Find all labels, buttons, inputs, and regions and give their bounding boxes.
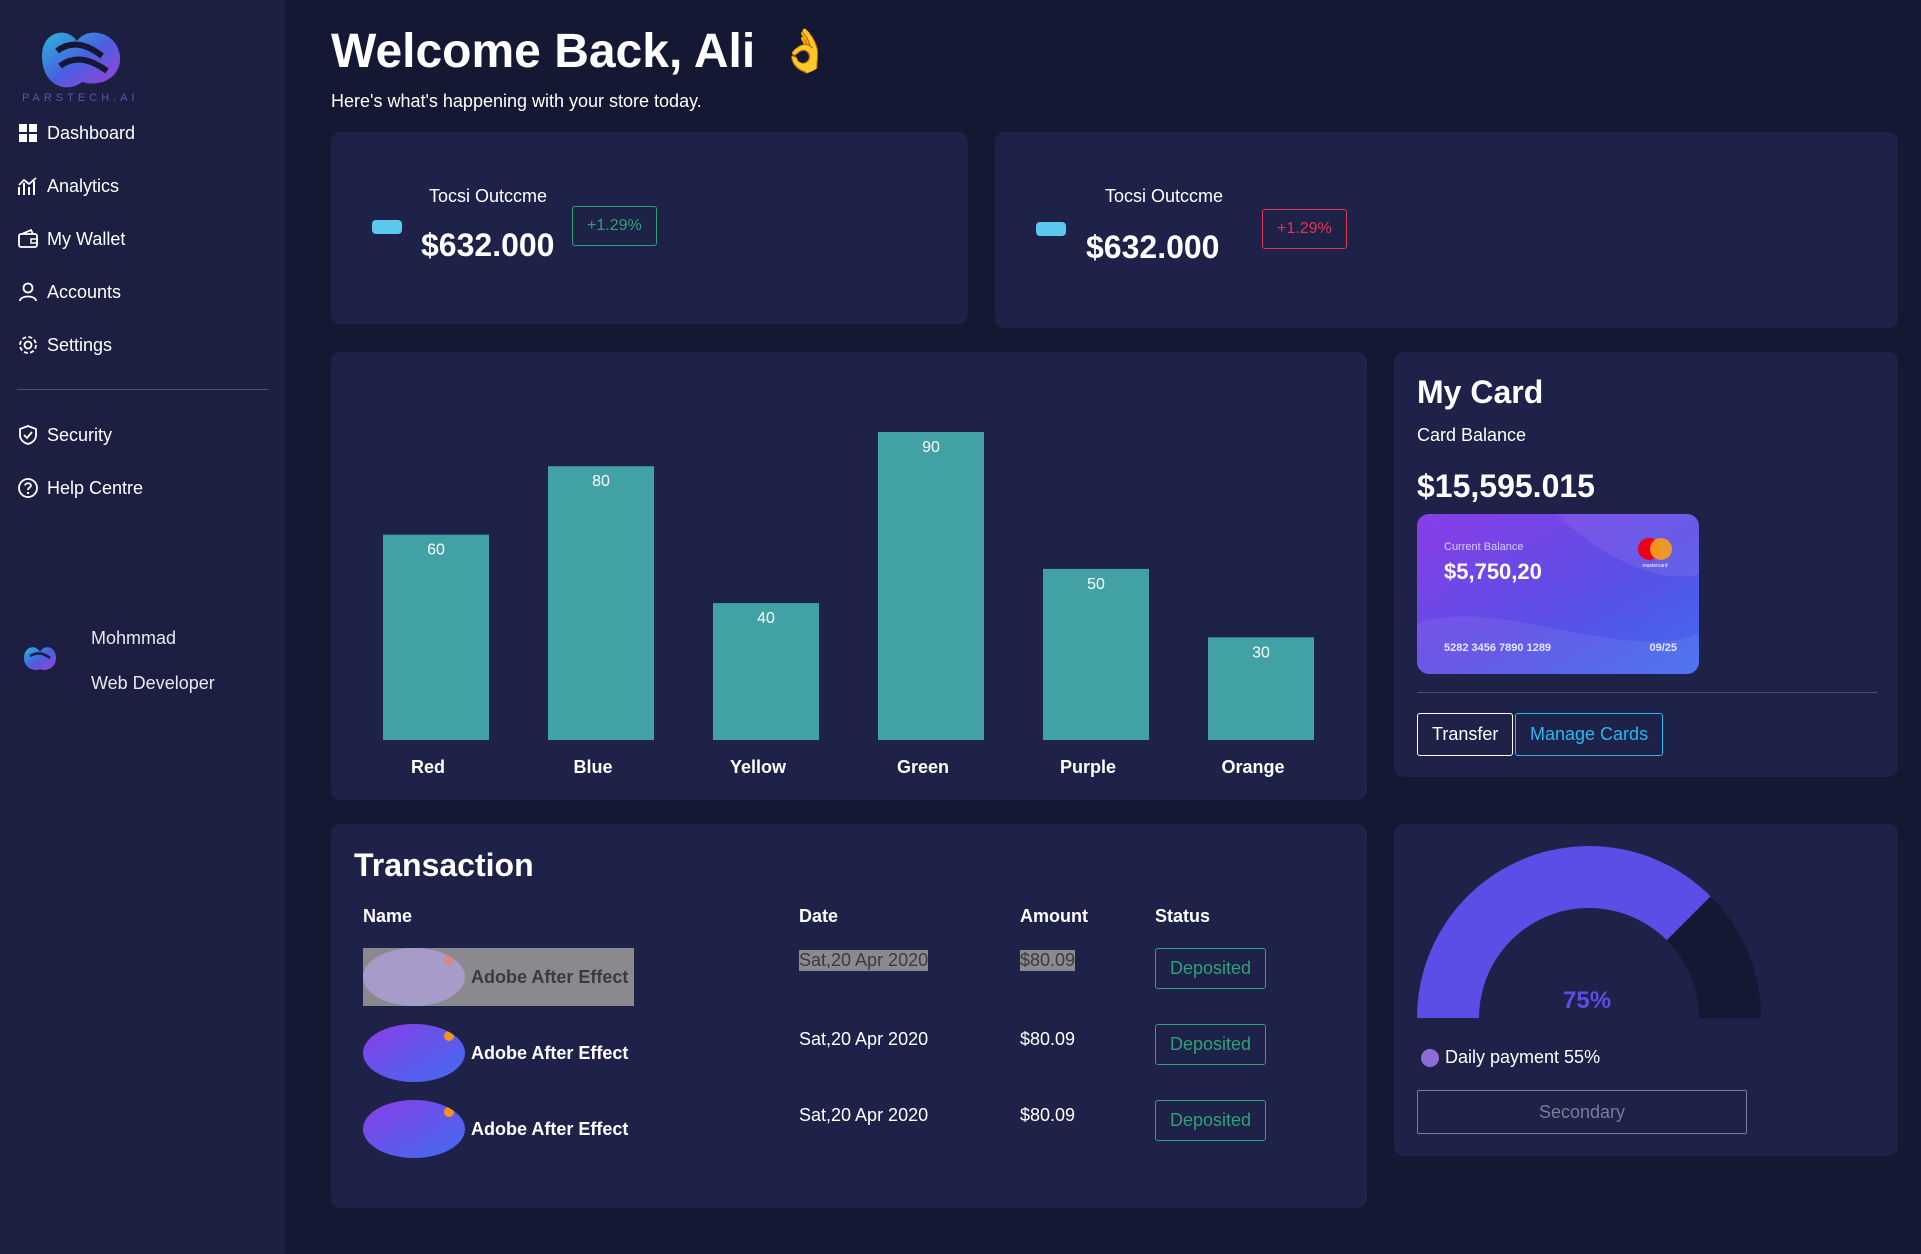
card-balance-label: Card Balance <box>1417 425 1527 445</box>
table-row[interactable]: Adobe After Effect <box>363 948 635 1006</box>
sidebar-item-help-centre[interactable]: Help Centre <box>17 473 143 503</box>
credit-card-label: Current Balance <box>1444 541 1524 553</box>
bar-value-label: 40 <box>757 610 775 627</box>
transaction-name: Adobe After Effect <box>471 1042 629 1063</box>
welcome-text: Welcome Back, Ali <box>331 25 756 78</box>
manage-cards-button[interactable]: Manage Cards <box>1515 713 1664 756</box>
column-header-status: Status <box>1155 906 1211 926</box>
transaction-date: Sat,20 Apr 2020 <box>799 1029 929 1049</box>
sidebar-item-settings[interactable]: Settings <box>17 330 112 360</box>
bar-value-label: 60 <box>427 542 445 559</box>
page-subtitle: Here's what's happening with your store … <box>331 91 702 111</box>
column-header-name: Name <box>363 906 413 926</box>
bar-category-label: Purple <box>1060 757 1116 777</box>
mastercard-wordmark: mastercard <box>1642 563 1667 569</box>
column-header-amount: Amount <box>1020 906 1088 926</box>
profile-role: Web Developer <box>91 673 215 693</box>
gauge-percentage: 75% <box>1563 987 1612 1014</box>
column-header-date: Date <box>799 906 839 926</box>
legend-dot <box>1421 1048 1439 1067</box>
table-row[interactable]: Adobe After Effect <box>363 1024 628 1082</box>
transaction-name: Adobe After Effect <box>471 966 629 987</box>
ok-hand-emoji: 👌 <box>779 27 832 74</box>
status-badge: +1.29% <box>572 206 657 246</box>
transaction-amount: $80.09 <box>1020 950 1076 971</box>
transfer-button[interactable]: Transfer <box>1417 713 1514 756</box>
transaction-thumbnail <box>363 1100 465 1158</box>
sidebar-item-accounts[interactable]: Accounts <box>17 277 121 307</box>
bar-blue <box>548 466 654 740</box>
table-row[interactable]: Adobe After Effect <box>363 1100 628 1158</box>
bar-red <box>383 534 489 740</box>
sidebar-item-label: Dashboard <box>47 122 136 143</box>
bar-value-label: 90 <box>922 439 940 456</box>
status-badge: +1.29% <box>1262 209 1347 249</box>
user-icon <box>17 281 39 303</box>
stat-label: Tocsi Outccme <box>429 186 548 206</box>
help-circle-icon <box>17 477 39 499</box>
bar-green <box>878 432 984 740</box>
sidebar-item-label: Help Centre <box>47 477 144 498</box>
credit-card-expiry: 09/25 <box>1649 642 1677 654</box>
stat-value: $632.000 <box>1086 229 1220 265</box>
wallet-icon <box>17 228 39 250</box>
stat-card: Tocsi Outccme $632.000 +1.29% <box>995 132 1898 328</box>
profile-name: Mohmmad <box>91 628 177 648</box>
sidebar-item-dashboard[interactable]: Dashboard <box>17 118 135 148</box>
card-divider <box>1417 692 1877 693</box>
sidebar-item-label: Settings <box>47 334 113 355</box>
transaction-name: Adobe After Effect <box>471 1118 629 1139</box>
card-balance-value: $15,595.015 <box>1417 468 1595 504</box>
sidebar-item-label: My Wallet <box>47 228 126 249</box>
bar-category-label: Yellow <box>730 757 787 777</box>
transaction-date: Sat,20 Apr 2020 <box>799 950 929 971</box>
status-badge: Deposited <box>1155 1024 1267 1065</box>
stat-value: $632.000 <box>421 227 555 263</box>
transaction-thumbnail <box>363 1024 465 1082</box>
stat-card: Tocsi Outccme $632.000 +1.29% <box>331 132 968 324</box>
secondary-button[interactable]: Secondary <box>1417 1090 1747 1134</box>
bar-category-label: Red <box>411 757 445 777</box>
bar-value-label: 80 <box>592 473 610 490</box>
bar-category-label: Orange <box>1221 757 1284 777</box>
credit-card[interactable]: Current Balance $5,750,20 mastercard 528… <box>1417 514 1699 674</box>
mastercard-icon: mastercard <box>1638 538 1672 569</box>
transaction-title: Transaction <box>354 847 534 883</box>
bar-chart: 60 Red 80 Blue 40 Yellow 90 Green 50 Purple 30 Oran… <box>383 432 1314 777</box>
bar-value-label: 50 <box>1087 576 1105 593</box>
stat-label: Tocsi Outccme <box>1105 186 1224 206</box>
transaction-amount: $80.09 <box>1020 1029 1076 1049</box>
stat-indicator <box>1036 222 1066 236</box>
sidebar-item-label: Analytics <box>47 175 120 196</box>
transaction-amount: $80.09 <box>1020 1105 1076 1125</box>
gear-icon <box>17 334 39 356</box>
credit-card-amount: $5,750,20 <box>1444 559 1542 584</box>
transaction-thumbnail <box>363 948 465 1006</box>
sidebar-item-wallet[interactable]: My Wallet <box>17 224 125 254</box>
bar-purple <box>1043 568 1149 740</box>
legend-label: Daily payment 55% <box>1445 1047 1601 1067</box>
sidebar-divider <box>17 389 268 390</box>
my-card-title: My Card <box>1417 374 1544 410</box>
avatar <box>24 647 56 670</box>
bar-category-label: Blue <box>573 757 612 777</box>
bar-value-label: 30 <box>1252 644 1270 661</box>
status-badge: Deposited <box>1155 948 1267 989</box>
credit-card-number: 5282 3456 7890 1289 <box>1444 642 1552 654</box>
dashboard-grid-icon <box>17 122 39 144</box>
sidebar-item-analytics[interactable]: Analytics <box>17 171 119 201</box>
bar-category-label: Green <box>897 757 949 777</box>
status-badge: Deposited <box>1155 1100 1267 1141</box>
stat-indicator <box>372 220 402 234</box>
analytics-chart-icon <box>17 175 39 197</box>
sidebar-item-label: Accounts <box>47 281 122 302</box>
gauge-legend: Daily payment 55% <box>1421 1047 1600 1068</box>
sidebar: PARSTECH.AI Dashboard Analytics My Walle… <box>0 0 285 1254</box>
transaction-date: Sat,20 Apr 2020 <box>799 1105 929 1125</box>
page-title: Welcome Back, Ali 👌 <box>331 24 831 79</box>
shield-check-icon <box>17 424 39 446</box>
sidebar-item-security[interactable]: Security <box>17 420 112 450</box>
sidebar-item-label: Security <box>47 424 113 445</box>
brand-logo-text: PARSTECH.AI <box>22 92 139 104</box>
